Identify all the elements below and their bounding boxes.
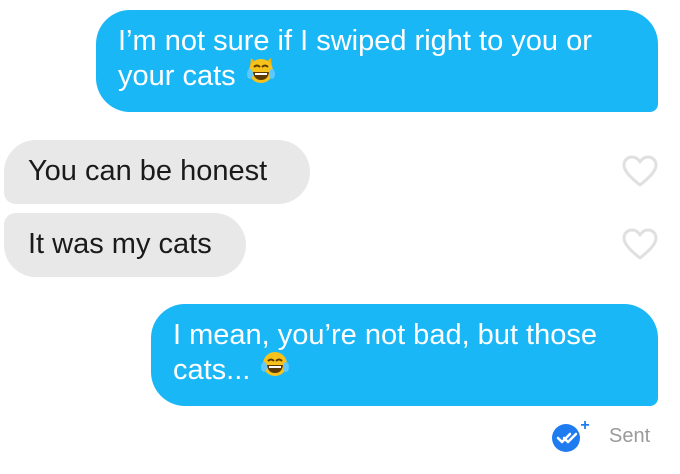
message-text: It was my cats [28,228,212,260]
sent-status-label: Sent [609,425,651,447]
message-bubble-received[interactable]: You can be honest [4,140,310,204]
tears-of-joy-icon [260,349,290,388]
message-bubble-sent[interactable]: I mean, you’re not bad, but those cats..… [151,304,658,406]
message-text: cats... [173,351,638,388]
badge-plus: + [580,419,589,434]
heart-icon[interactable] [622,155,658,188]
heart-icon[interactable] [622,228,658,261]
message-text: I’m not sure if I swiped right to you or [118,25,592,57]
message-bubble-received[interactable]: It was my cats [4,213,246,277]
read-receipt-badge[interactable]: + [551,417,591,455]
message-text: your cats [118,57,638,94]
message-bubble-sent[interactable]: I’m not sure if I swiped right to you or… [96,10,658,112]
message-text: You can be honest [28,155,268,187]
message-text: I mean, you’re not bad, but those [173,319,597,351]
message-text-line: your cats [118,60,236,92]
message-text-line: cats... [173,354,251,386]
crying-laughing-cat-icon [246,55,276,94]
